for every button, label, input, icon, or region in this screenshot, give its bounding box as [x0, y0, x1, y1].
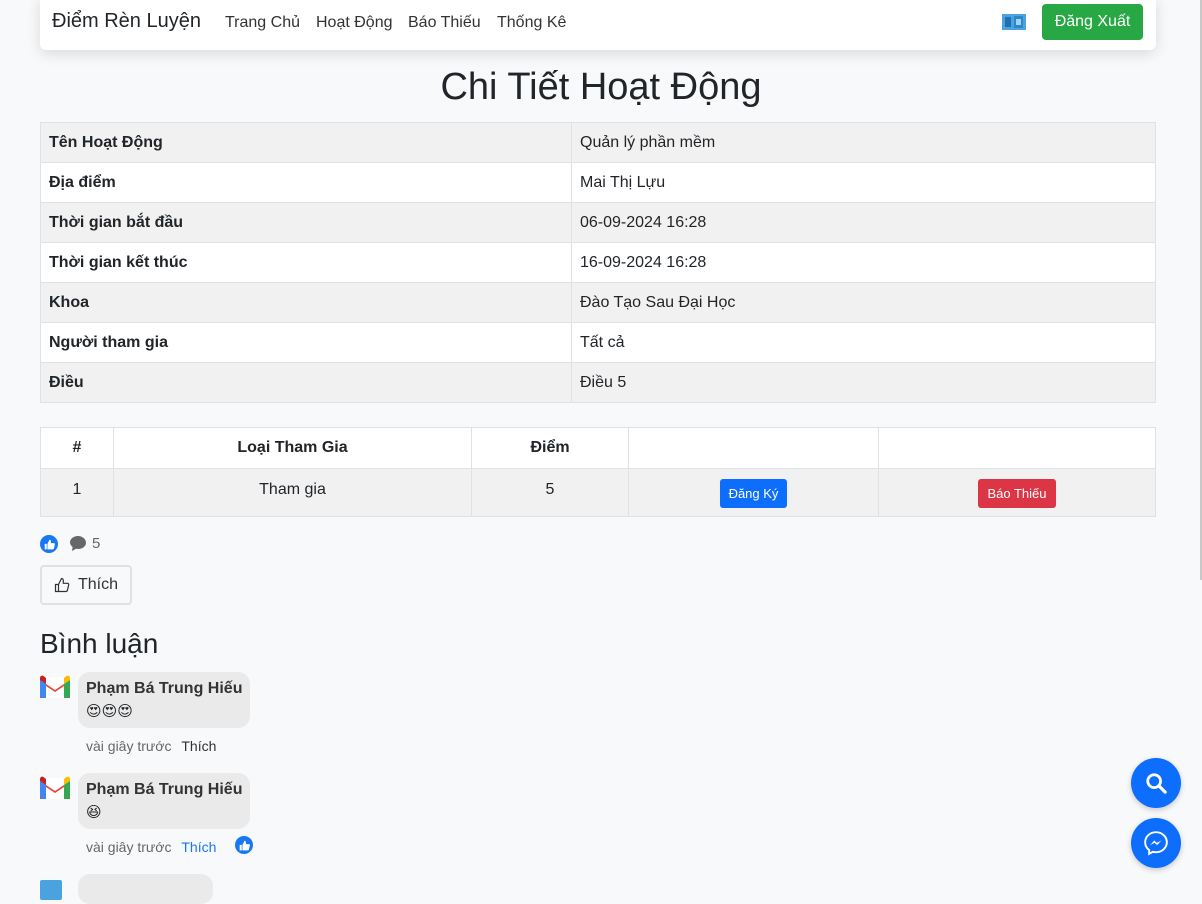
comment-count-value: 5 [92, 535, 101, 552]
comment-time: vài giây trước [86, 839, 172, 855]
row-report-cell: Báo Thiếu [878, 468, 1156, 517]
gmail-avatar-icon[interactable] [40, 773, 70, 803]
table-row: 1 Tham gia 5 Đăng Ký Báo Thiếu [40, 468, 1156, 517]
comment-like-link[interactable]: Thích [181, 839, 216, 855]
comment-author[interactable]: Phạm Bá Trung Hiếu [86, 781, 242, 799]
comment-meta: vài giây trước Thích [86, 839, 216, 855]
comment-content: 😍😍😍 [86, 703, 133, 720]
row-register-cell: Đăng Ký [628, 468, 879, 517]
detail-label: Tên Hoạt Động [40, 122, 572, 163]
row-type: Tham gia [113, 468, 472, 517]
detail-value: Đào Tạo Sau Đại Học [571, 282, 1156, 323]
row-points: 5 [471, 468, 629, 517]
table-header-row: # Loại Tham Gia Điểm [40, 427, 1156, 469]
nav-home[interactable]: Trang Chủ [225, 14, 300, 32]
gmail-avatar-icon[interactable] [40, 672, 70, 702]
flag-icon[interactable] [1002, 14, 1026, 30]
avatar-icon[interactable] [40, 874, 70, 904]
comment-bubble: Phạm Bá Trung Hiếu 😍😍😍 [78, 672, 251, 728]
nav-activities[interactable]: Hoạt Động [316, 14, 393, 32]
detail-label: Thời gian kết thúc [40, 242, 572, 283]
comment-meta: vài giây trước Thích [86, 738, 216, 754]
comment-author[interactable]: Phạm Bá Trung Hiếu [86, 680, 242, 698]
comment-icon [70, 536, 86, 551]
navbar: Điểm Rèn Luyện Trang Chủ Hoạt Động Báo T… [40, 0, 1156, 50]
nav-report-missing[interactable]: Báo Thiếu [408, 14, 481, 32]
detail-value: 16-09-2024 16:28 [571, 242, 1156, 283]
participation-types-table: # Loại Tham Gia Điểm 1 Tham gia 5 Đăng K… [40, 427, 1156, 517]
like-reaction-icon[interactable] [40, 535, 58, 553]
detail-label: Thời gian bắt đầu [40, 202, 572, 243]
like-button-label: Thích [77, 576, 118, 593]
logout-button[interactable]: Đăng Xuất [1042, 4, 1143, 40]
comment-bubble [78, 874, 213, 904]
detail-label: Khoa [40, 282, 572, 323]
register-button[interactable]: Đăng Ký [719, 479, 788, 508]
messenger-icon [1144, 831, 1168, 856]
comment-count[interactable]: 5 [70, 535, 100, 552]
nav-statistics[interactable]: Thống Kê [497, 14, 566, 32]
column-header-register [628, 427, 879, 469]
comment-like-reaction-icon[interactable] [235, 836, 253, 854]
detail-row: Người tham gia Tất cả [40, 322, 1156, 363]
detail-label: Địa điểm [40, 162, 572, 203]
brand-logo[interactable]: Điểm Rèn Luyện [52, 10, 201, 33]
column-header-type: Loại Tham Gia [113, 427, 472, 469]
column-header-points: Điểm [471, 427, 629, 469]
messenger-fab-button[interactable] [1131, 818, 1181, 868]
comment-bubble: Phạm Bá Trung Hiếu 😆 [78, 773, 251, 829]
like-button[interactable]: Thích [40, 565, 132, 605]
detail-row: Thời gian bắt đầu 06-09-2024 16:28 [40, 202, 1156, 243]
detail-value: 06-09-2024 16:28 [571, 202, 1156, 243]
page-title: Chi Tiết Hoạt Động [440, 66, 762, 108]
column-header-report [878, 427, 1156, 469]
detail-row: Thời gian kết thúc 16-09-2024 16:28 [40, 242, 1156, 283]
comment-time: vài giây trước [86, 738, 172, 754]
comments-heading: Bình luận [40, 628, 159, 659]
comment-content: 😆 [86, 804, 102, 821]
detail-value: Tất cả [571, 322, 1156, 363]
row-index: 1 [40, 468, 114, 517]
detail-row: Điều Điều 5 [40, 362, 1156, 403]
detail-value: Điều 5 [571, 362, 1156, 403]
thumbs-up-icon [54, 577, 70, 593]
activity-details-table: Tên Hoạt Động Quản lý phần mềm Địa điểm … [40, 122, 1156, 403]
search-icon [1146, 773, 1167, 794]
detail-row: Tên Hoạt Động Quản lý phần mềm [40, 122, 1156, 163]
comment-like-link[interactable]: Thích [181, 738, 216, 754]
report-missing-button[interactable]: Báo Thiếu [978, 479, 1056, 508]
search-fab-button[interactable] [1131, 758, 1181, 808]
column-header-index: # [40, 427, 114, 469]
detail-label: Điều [40, 362, 572, 403]
detail-row: Địa điểm Mai Thị Lựu [40, 162, 1156, 203]
detail-value: Mai Thị Lựu [571, 162, 1156, 203]
detail-row: Khoa Đào Tạo Sau Đại Học [40, 282, 1156, 323]
detail-label: Người tham gia [40, 322, 572, 363]
detail-value: Quản lý phần mềm [571, 122, 1156, 163]
